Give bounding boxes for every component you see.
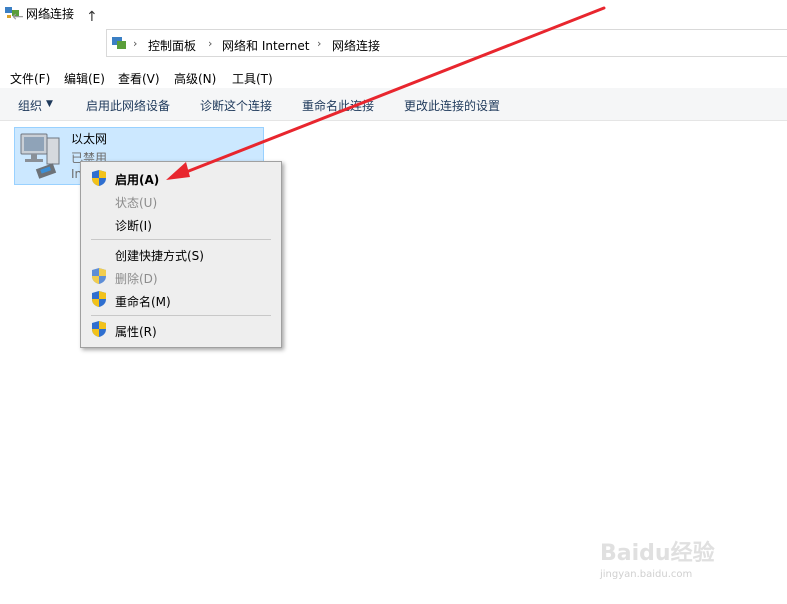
uac-shield-icon bbox=[92, 291, 106, 307]
up-arrow-icon[interactable]: ↑ bbox=[86, 9, 98, 25]
breadcrumb-separator[interactable]: › bbox=[133, 37, 137, 50]
context-menu: 启用(A) 状态(U) 诊断(I) 创建快捷方式(S) 删除(D) 重命名(M)… bbox=[80, 161, 282, 348]
menu-item-properties[interactable]: 属性(R) bbox=[115, 323, 157, 340]
menu-advanced[interactable]: 高级(N) bbox=[174, 70, 216, 87]
connection-name: 以太网 bbox=[71, 132, 108, 146]
breadcrumb-network-internet[interactable]: 网络和 Internet bbox=[222, 37, 309, 54]
menu-divider bbox=[91, 239, 271, 240]
uac-shield-icon bbox=[92, 321, 106, 337]
menu-item-delete[interactable]: 删除(D) bbox=[115, 270, 158, 287]
menu-item-create-shortcut[interactable]: 创建快捷方式(S) bbox=[115, 247, 204, 264]
recent-dropdown-icon[interactable]: ▾ bbox=[66, 13, 71, 23]
breadcrumb-separator[interactable]: › bbox=[208, 37, 212, 50]
menu-item-rename[interactable]: 重命名(M) bbox=[115, 293, 171, 310]
watermark-url: jingyan.baidu.com bbox=[600, 569, 693, 580]
uac-shield-icon bbox=[92, 170, 106, 186]
menu-item-diagnose[interactable]: 诊断(I) bbox=[115, 217, 152, 234]
organize-dropdown-icon[interactable]: ▼ bbox=[46, 99, 53, 109]
menu-item-enable[interactable]: 启用(A) bbox=[115, 171, 159, 188]
address-bar[interactable]: › 控制面板 › 网络和 Internet › 网络连接 bbox=[106, 29, 787, 57]
watermark-logo: Baidu经验 bbox=[600, 541, 715, 566]
command-bar: 组织 ▼ 启用此网络设备 诊断这个连接 重命名此连接 更改此连接的设置 bbox=[0, 88, 787, 121]
enable-device-button[interactable]: 启用此网络设备 bbox=[86, 97, 170, 114]
organize-button[interactable]: 组织 bbox=[18, 97, 42, 114]
menu-view[interactable]: 查看(V) bbox=[118, 70, 160, 87]
menu-tools[interactable]: 工具(T) bbox=[232, 70, 273, 87]
menu-file[interactable]: 文件(F) bbox=[10, 70, 50, 87]
forward-arrow-icon[interactable]: → bbox=[40, 9, 52, 25]
menu-divider bbox=[91, 315, 271, 316]
diagnose-button[interactable]: 诊断这个连接 bbox=[200, 97, 272, 114]
rename-button[interactable]: 重命名此连接 bbox=[302, 97, 374, 114]
ethernet-adapter-icon bbox=[20, 133, 60, 179]
control-panel-icon bbox=[112, 37, 126, 49]
breadcrumb-network-connections[interactable]: 网络连接 bbox=[332, 37, 380, 54]
uac-shield-icon bbox=[92, 268, 106, 284]
back-arrow-icon[interactable]: ← bbox=[12, 9, 24, 25]
breadcrumb-control-panel[interactable]: 控制面板 bbox=[148, 37, 196, 54]
title-bar: 网络连接 bbox=[0, 0, 787, 26]
change-settings-button[interactable]: 更改此连接的设置 bbox=[404, 97, 500, 114]
menu-item-status[interactable]: 状态(U) bbox=[115, 194, 157, 211]
breadcrumb-separator[interactable]: › bbox=[317, 37, 321, 50]
menu-bar: 文件(F) 编辑(E) 查看(V) 高级(N) 工具(T) bbox=[0, 66, 787, 88]
menu-edit[interactable]: 编辑(E) bbox=[64, 70, 105, 87]
